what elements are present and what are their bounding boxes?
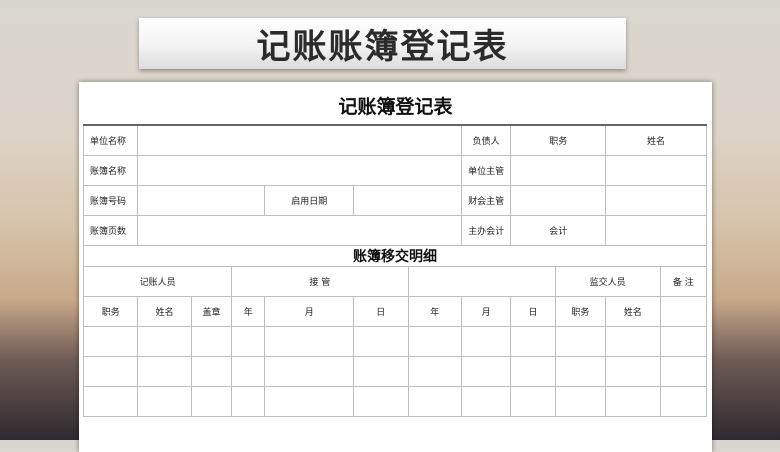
field-unit-supervisor-name[interactable] [605,155,707,186]
col-day-2: 日 [510,296,556,327]
header-supervisor: 监交人员 [554,266,661,297]
ledger-registration-sheet: 记账簿登记表 单位名称 负债人 职务 姓名 账簿名称 单位主管 账簿号码 启用日… [79,82,712,452]
row-book-name: 账簿名称 单位主管 [82,155,707,186]
field-finance-supervisor-name[interactable] [605,185,707,216]
label-name: 姓名 [605,124,707,156]
table-row [82,326,708,357]
label-chief-accountant: 主办会计 [460,215,512,246]
col-month-2: 月 [460,296,512,327]
transfer-section-title: 账簿移交明细 [83,245,707,267]
col-seal: 盖章 [190,296,233,327]
field-book-number[interactable] [137,185,266,216]
label-start-date: 启用日期 [264,185,355,216]
row-transfer-group-headers: 记账人员 接 管 监交人员 备 注 [82,266,708,297]
field-unit-supervisor-position[interactable] [510,155,607,186]
label-position: 职务 [510,124,607,156]
label-finance-supervisor: 财会主管 [460,185,512,216]
col-position: 职务 [82,296,139,327]
row-transfer-section-title: 账簿移交明细 [83,245,707,267]
table-row [82,356,708,387]
label-unit-supervisor: 单位主管 [460,155,512,186]
header-takeover: 接 管 [231,266,409,297]
sheet-title: 记账簿登记表 [338,96,453,118]
field-accountant-name[interactable] [605,215,707,246]
row-book-pages: 账簿页数 主办会计 会计 [82,215,707,246]
col-year: 年 [231,296,266,327]
row-transfer-columns: 职务 姓名 盖章 年 月 日 年 月 日 职务 姓名 [82,296,708,327]
col-day: 日 [353,296,409,327]
banner: 记账账簿登记表 [139,18,626,69]
col-name: 姓名 [137,296,192,327]
table-row [82,386,708,417]
label-book-number: 账簿号码 [82,185,139,216]
field-book-name[interactable] [137,155,462,186]
label-book-pages: 账簿页数 [82,215,139,246]
col-year-2: 年 [407,296,462,327]
label-person-in-charge: 负债人 [460,124,512,156]
col-month: 月 [264,296,355,327]
col-supervisor-name: 姓名 [605,296,661,327]
row-unit-name: 单位名称 负债人 职务 姓名 [82,124,707,156]
label-book-name: 账簿名称 [82,155,139,186]
field-finance-supervisor-position[interactable] [510,185,607,216]
label-accountant: 会计 [510,215,607,246]
field-unit-name[interactable] [137,124,462,156]
field-book-pages[interactable] [137,215,462,246]
header-remarks: 备 注 [659,266,708,297]
field-start-date[interactable] [353,185,462,216]
col-remarks [659,296,708,327]
banner-title: 记账账簿登记表 [256,27,509,67]
row-book-number: 账簿号码 启用日期 财会主管 [82,185,707,216]
col-supervisor-position: 职务 [554,296,607,327]
header-bookkeeper: 记账人员 [82,266,233,297]
header-blank [407,266,556,297]
registration-table: 单位名称 负债人 职务 姓名 账簿名称 单位主管 账簿号码 启用日期 财会主管 … [82,124,708,417]
label-unit-name: 单位名称 [82,124,139,156]
